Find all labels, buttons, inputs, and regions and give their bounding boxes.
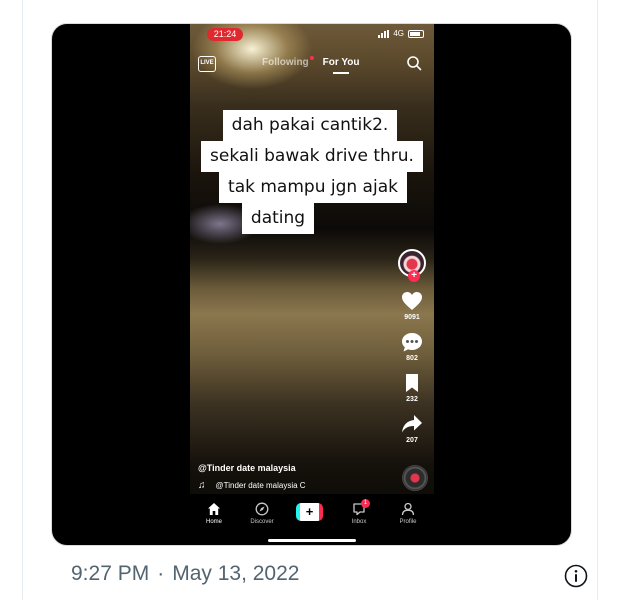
follow-plus-icon[interactable]: + bbox=[408, 270, 420, 282]
info-icon[interactable] bbox=[564, 564, 588, 588]
caption-line: dating bbox=[241, 203, 315, 234]
network-label: 4G bbox=[393, 29, 404, 38]
author-handle[interactable]: @Tinder date malaysia bbox=[198, 463, 296, 473]
video-media[interactable]: 21:24 4G LIVE Following For You dah paka… bbox=[51, 23, 572, 546]
tweet-date: May 13, 2022 bbox=[172, 562, 300, 585]
nav-profile-label: Profile bbox=[399, 519, 417, 525]
comment-icon bbox=[402, 333, 422, 352]
action-rail: + 9091 802 232 207 bbox=[394, 249, 430, 455]
sound-disc-icon[interactable] bbox=[402, 465, 428, 491]
tweet-card: 21:24 4G LIVE Following For You dah paka… bbox=[22, 0, 598, 600]
nav-discover-label: Discover bbox=[250, 519, 274, 525]
tweet-timestamp[interactable]: 9:27 PM · May 13, 2022 bbox=[71, 562, 299, 586]
tab-following[interactable]: Following bbox=[262, 56, 314, 68]
sound-name: @Tinder date malaysia C bbox=[215, 481, 306, 490]
heart-icon bbox=[402, 292, 422, 310]
nav-home-label: Home bbox=[205, 519, 222, 525]
music-note-icon: ♫ bbox=[198, 480, 206, 491]
nav-profile[interactable]: Profile bbox=[388, 502, 428, 525]
home-icon bbox=[208, 503, 220, 515]
notification-dot bbox=[309, 56, 314, 60]
nav-inbox[interactable]: 1 Inbox bbox=[339, 499, 379, 525]
like-count: 9091 bbox=[404, 314, 420, 321]
share-arrow-icon bbox=[402, 415, 422, 433]
bookmark-count: 232 bbox=[406, 396, 418, 403]
compass-icon bbox=[255, 502, 269, 516]
bottom-nav: Home Discover + 1 Inbox Profile bbox=[190, 494, 434, 545]
bookmark-icon bbox=[406, 374, 418, 392]
battery-icon bbox=[408, 29, 424, 38]
nav-home[interactable]: Home bbox=[194, 502, 234, 525]
tweet-time: 9:27 PM bbox=[71, 562, 150, 585]
status-bar: 21:24 4G bbox=[190, 24, 434, 44]
comment-button[interactable]: 802 bbox=[401, 332, 423, 362]
home-indicator bbox=[268, 539, 356, 542]
inbox-badge: 1 bbox=[361, 499, 370, 508]
live-icon[interactable]: LIVE bbox=[198, 56, 216, 72]
timestamp-separator: · bbox=[157, 562, 165, 585]
tiktok-screenshot: 21:24 4G LIVE Following For You dah paka… bbox=[190, 24, 434, 545]
search-icon[interactable] bbox=[406, 55, 422, 71]
nav-discover[interactable]: Discover bbox=[242, 502, 282, 525]
sound-row[interactable]: ♫ @Tinder date malaysia C bbox=[198, 480, 306, 491]
creator-avatar[interactable]: + bbox=[398, 249, 426, 282]
share-button[interactable]: 207 bbox=[401, 414, 423, 444]
comment-count: 802 bbox=[406, 355, 418, 362]
tab-for-you[interactable]: For You bbox=[322, 57, 360, 74]
bookmark-button[interactable]: 232 bbox=[401, 373, 423, 403]
create-button[interactable]: + bbox=[296, 503, 323, 521]
signal-icon bbox=[378, 29, 390, 38]
caption-line: dah pakai cantik2. bbox=[222, 110, 398, 141]
tab-following-label: Following bbox=[262, 57, 309, 68]
like-button[interactable]: 9091 bbox=[401, 291, 423, 321]
tab-for-you-label: For You bbox=[322, 57, 360, 68]
feed-tabs: Following For You bbox=[262, 56, 360, 74]
video-caption: dah pakai cantik2. sekali bawak drive th… bbox=[190, 110, 434, 234]
caption-line: sekali bawak drive thru. bbox=[201, 141, 423, 172]
active-tab-underline bbox=[332, 72, 349, 74]
caption-line: tak mampu jgn ajak bbox=[219, 172, 407, 203]
status-time: 21:24 bbox=[207, 28, 243, 41]
share-count: 207 bbox=[406, 437, 418, 444]
nav-inbox-label: Inbox bbox=[351, 519, 367, 525]
profile-icon bbox=[401, 502, 415, 516]
